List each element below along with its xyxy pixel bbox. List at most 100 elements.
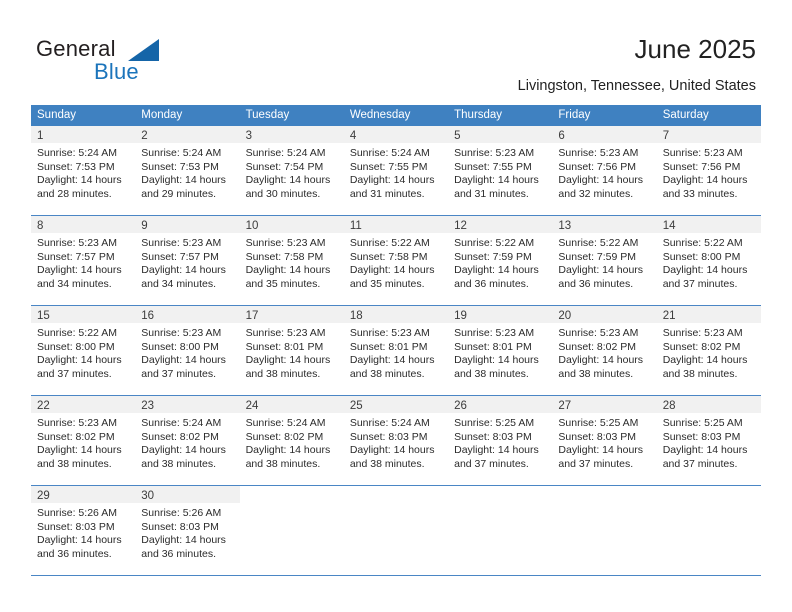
calendar-day-cell[interactable]: 26 Sunrise: 5:25 AM Sunset: 8:03 PM Dayligh… (448, 396, 553, 485)
sunrise-text: Sunrise: 5:23 AM (558, 147, 639, 159)
page-location: Livingston, Tennessee, United States (517, 78, 756, 94)
calendar-day-cell[interactable]: 28 Sunrise: 5:25 AM Sunset: 8:03 PM Dayligh… (656, 396, 761, 485)
day-number-band (657, 486, 761, 503)
day-number: 10 (245, 220, 259, 232)
calendar-day-cell[interactable]: 20 Sunrise: 5:23 AM Sunset: 8:02 PM Dayligh… (552, 306, 657, 395)
calendar-week-cells: 8 Sunrise: 5:23 AM Sunset: 7:57 PM Daylight… (31, 216, 761, 305)
sunrise-text: Sunrise: 5:23 AM (141, 327, 222, 339)
daylight-text-line2: and 37 minutes. (454, 457, 529, 470)
sunrise-text: Sunrise: 5:23 AM (349, 327, 430, 339)
day-number: 18 (349, 310, 363, 322)
day-number-band: 22 (31, 396, 136, 413)
calendar-day-cell[interactable]: 23 Sunrise: 5:24 AM Sunset: 8:02 PM Dayligh… (135, 396, 240, 485)
daylight-text-line1: Daylight: 14 hours (141, 264, 226, 277)
calendar-weekday-header: Sunday Monday Tuesday Wednesday Thursday… (31, 105, 761, 126)
calendar-day-cell[interactable]: 2 Sunrise: 5:24 AM Sunset: 7:53 PM Daylight… (135, 126, 240, 215)
sunset-text: Sunset: 7:53 PM (37, 160, 115, 173)
sunrise-text: Sunrise: 5:23 AM (454, 147, 535, 159)
calendar-day-cell[interactable]: 6 Sunrise: 5:23 AM Sunset: 7:56 PM Daylight… (552, 126, 657, 215)
sunset-text: Sunset: 8:01 PM (245, 340, 324, 353)
sunset-text: Sunset: 7:55 PM (349, 160, 428, 173)
day-number: 11 (349, 220, 362, 232)
sunset-text: Sunset: 8:02 PM (245, 430, 324, 443)
day-details: Sunrise: 5:24 AM Sunset: 8:02 PM Daylight:… (135, 413, 239, 471)
day-details (657, 503, 761, 507)
general-blue-logo[interactable]: General Blue (36, 36, 216, 88)
daylight-text-line1: Daylight: 14 hours (558, 174, 644, 187)
day-number-band: 25 (343, 396, 449, 413)
calendar-day-cell[interactable]: 18 Sunrise: 5:23 AM Sunset: 8:01 PM Dayligh… (343, 306, 449, 395)
daylight-text-line1: Daylight: 14 hours (454, 354, 539, 367)
sunrise-text: Sunrise: 5:23 AM (141, 237, 222, 249)
calendar-day-cell[interactable]: 4 Sunrise: 5:24 AM Sunset: 7:55 PM Daylight… (343, 126, 449, 215)
sunset-text: Sunset: 8:03 PM (141, 520, 219, 533)
sunrise-text: Sunrise: 5:22 AM (454, 237, 535, 249)
calendar-week-cells: 29 Sunrise: 5:26 AM Sunset: 8:03 PM Dayligh… (31, 486, 761, 575)
day-details: Sunrise: 5:23 AM Sunset: 7:55 PM Daylight:… (448, 143, 552, 201)
daylight-text-line1: Daylight: 14 hours (349, 444, 435, 457)
calendar-day-cell[interactable]: 17 Sunrise: 5:23 AM Sunset: 8:01 PM Dayligh… (239, 306, 344, 395)
daylight-text-line1: Daylight: 14 hours (37, 444, 122, 457)
calendar-day-cell[interactable]: 11 Sunrise: 5:22 AM Sunset: 7:58 PM Dayligh… (343, 216, 449, 305)
day-details: Sunrise: 5:23 AM Sunset: 8:01 PM Daylight:… (448, 323, 552, 381)
day-number-band: 14 (656, 216, 761, 233)
daylight-text-line1: Daylight: 14 hours (558, 444, 644, 457)
sunrise-text: Sunrise: 5:24 AM (349, 417, 430, 429)
calendar-day-cell[interactable]: 21 Sunrise: 5:23 AM Sunset: 8:02 PM Dayligh… (656, 306, 761, 395)
calendar-day-cell[interactable]: 10 Sunrise: 5:23 AM Sunset: 7:58 PM Dayligh… (239, 216, 344, 305)
calendar-day-cell[interactable]: 24 Sunrise: 5:24 AM Sunset: 8:02 PM Dayligh… (239, 396, 344, 485)
daylight-text-line1: Daylight: 14 hours (37, 174, 122, 187)
day-details (240, 503, 344, 507)
calendar-week-row: 1 Sunrise: 5:24 AM Sunset: 7:53 PM Daylight… (31, 126, 761, 216)
calendar-day-cell-empty (240, 486, 344, 575)
calendar-day-cell[interactable]: 15 Sunrise: 5:22 AM Sunset: 8:00 PM Dayligh… (31, 306, 136, 395)
daylight-text-line1: Daylight: 14 hours (141, 174, 226, 187)
day-details: Sunrise: 5:24 AM Sunset: 7:53 PM Daylight:… (31, 143, 135, 201)
calendar-day-cell[interactable]: 27 Sunrise: 5:25 AM Sunset: 8:03 PM Dayligh… (552, 396, 657, 485)
daylight-text-line2: and 38 minutes. (37, 457, 112, 470)
calendar-day-cell[interactable]: 16 Sunrise: 5:23 AM Sunset: 8:00 PM Dayligh… (135, 306, 240, 395)
calendar-day-cell[interactable]: 29 Sunrise: 5:26 AM Sunset: 8:03 PM Dayligh… (31, 486, 136, 575)
day-details: Sunrise: 5:23 AM Sunset: 8:02 PM Daylight:… (657, 323, 761, 381)
calendar-day-cell[interactable]: 14 Sunrise: 5:22 AM Sunset: 8:00 PM Dayligh… (656, 216, 761, 305)
day-number: 24 (245, 400, 259, 412)
calendar-day-cell[interactable]: 3 Sunrise: 5:24 AM Sunset: 7:54 PM Daylight… (239, 126, 344, 215)
calendar-day-cell[interactable]: 13 Sunrise: 5:22 AM Sunset: 7:59 PM Dayligh… (552, 216, 657, 305)
calendar-day-cell[interactable]: 8 Sunrise: 5:23 AM Sunset: 7:57 PM Daylight… (31, 216, 136, 305)
calendar-week-row: 15 Sunrise: 5:22 AM Sunset: 8:00 PM Dayligh… (31, 306, 761, 396)
calendar-day-cell[interactable]: 25 Sunrise: 5:24 AM Sunset: 8:03 PM Dayligh… (343, 396, 449, 485)
daylight-text-line2: and 38 minutes. (141, 457, 216, 470)
sunset-text: Sunset: 7:58 PM (245, 250, 324, 263)
day-number-band: 2 (135, 126, 240, 143)
sunrise-text: Sunrise: 5:24 AM (141, 147, 222, 159)
calendar-day-cell[interactable]: 12 Sunrise: 5:22 AM Sunset: 7:59 PM Dayligh… (448, 216, 553, 305)
daylight-text-line2: and 31 minutes. (349, 187, 425, 200)
calendar-day-cell[interactable]: 7 Sunrise: 5:23 AM Sunset: 7:56 PM Daylight… (656, 126, 761, 215)
day-number-band: 17 (239, 306, 344, 323)
sunrise-text: Sunrise: 5:24 AM (141, 417, 222, 429)
calendar-day-cell[interactable]: 1 Sunrise: 5:24 AM Sunset: 7:53 PM Daylight… (31, 126, 136, 215)
sunrise-text: Sunrise: 5:22 AM (558, 237, 639, 249)
daylight-text-line2: and 33 minutes. (662, 187, 738, 200)
calendar-week-row: 29 Sunrise: 5:26 AM Sunset: 8:03 PM Dayligh… (31, 486, 761, 576)
day-details: Sunrise: 5:24 AM Sunset: 7:53 PM Daylight:… (135, 143, 239, 201)
calendar-day-cell-empty (344, 486, 448, 575)
sunset-text: Sunset: 7:54 PM (245, 160, 324, 173)
day-details: Sunrise: 5:26 AM Sunset: 8:03 PM Daylight:… (135, 503, 239, 561)
sunset-text: Sunset: 8:00 PM (141, 340, 219, 353)
sunrise-text: Sunrise: 5:23 AM (245, 327, 326, 339)
day-number: 25 (349, 400, 363, 412)
day-number-band: 30 (135, 486, 240, 503)
calendar-week-row: 22 Sunrise: 5:23 AM Sunset: 8:02 PM Dayligh… (31, 396, 761, 486)
day-details: Sunrise: 5:26 AM Sunset: 8:03 PM Daylight:… (31, 503, 135, 561)
daylight-text-line2: and 36 minutes. (141, 547, 216, 560)
day-number: 15 (37, 310, 50, 322)
calendar-day-cell[interactable]: 30 Sunrise: 5:26 AM Sunset: 8:03 PM Dayligh… (135, 486, 240, 575)
calendar-day-cell[interactable]: 9 Sunrise: 5:23 AM Sunset: 7:57 PM Daylight… (135, 216, 240, 305)
calendar-day-cell[interactable]: 5 Sunrise: 5:23 AM Sunset: 7:55 PM Daylight… (448, 126, 553, 215)
day-number: 26 (454, 400, 467, 412)
calendar-day-cell[interactable]: 19 Sunrise: 5:23 AM Sunset: 8:01 PM Dayligh… (448, 306, 553, 395)
sunset-text: Sunset: 8:03 PM (662, 430, 741, 443)
calendar-day-cell[interactable]: 22 Sunrise: 5:23 AM Sunset: 8:02 PM Dayligh… (31, 396, 136, 485)
sunset-text: Sunset: 8:03 PM (37, 520, 115, 533)
